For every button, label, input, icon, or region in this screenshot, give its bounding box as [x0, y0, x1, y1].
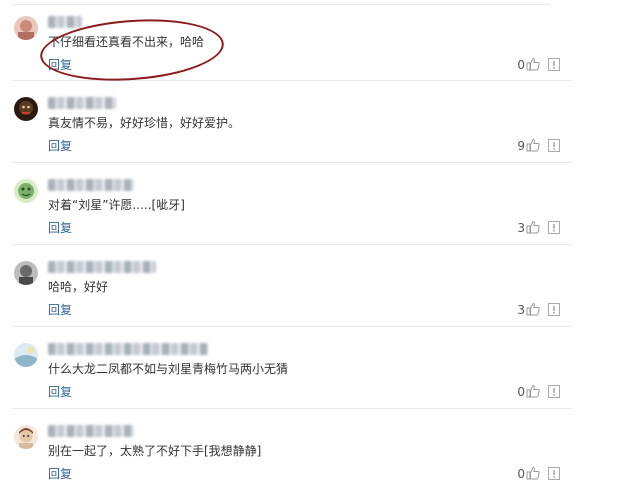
commenter-name[interactable]: 网友 — [48, 97, 116, 109]
avatar[interactable] — [14, 97, 38, 121]
avatar-image-icon — [14, 97, 38, 121]
like-count: 3 — [517, 303, 525, 317]
comment-text: 别在一起了，太熟了不好下手[我想静静] — [48, 444, 262, 458]
avatar[interactable] — [14, 261, 38, 285]
avatar-image-icon — [14, 261, 38, 285]
comment-item: 网友 不仔细看还真看不出来，哈哈 回复 0 — [12, 0, 572, 81]
comment-text: 什么大龙二凤都不如与刘星青梅竹马两小无猜 — [48, 362, 289, 376]
comment-text: 不仔细看还真看不出来，哈哈 — [48, 35, 205, 49]
report-icon[interactable] — [548, 58, 560, 71]
thumbs-up-icon[interactable] — [526, 57, 540, 71]
comment-item: 网友 对着“刘星”许愿.....[呲牙] 回复 3 — [12, 163, 572, 245]
avatar[interactable] — [14, 425, 38, 449]
comment-item: 网友 什么大龙二凤都不如与刘星青梅竹马两小无猜 回复 0 — [12, 327, 572, 409]
commenter-name[interactable]: 网友 — [48, 16, 82, 28]
commenter-name[interactable]: 网友 — [48, 261, 156, 273]
thumbs-up-icon[interactable] — [526, 384, 540, 398]
thumbs-up-icon[interactable] — [526, 302, 540, 316]
thumbs-up-icon[interactable] — [526, 138, 540, 152]
comment-text: 哈哈，好好 — [48, 280, 109, 294]
comment-item: 网友 别在一起了，太熟了不好下手[我想静静] 回复 0 — [12, 409, 572, 491]
reply-link[interactable]: 回复 — [48, 466, 72, 482]
thumbs-up-icon[interactable] — [526, 466, 540, 480]
like-count: 3 — [517, 221, 525, 235]
reply-link[interactable]: 回复 — [48, 138, 72, 154]
reply-link[interactable]: 回复 — [48, 57, 72, 73]
avatar[interactable] — [14, 179, 38, 203]
commenter-name[interactable]: 网友 — [48, 343, 208, 355]
comments-page: 网友 不仔细看还真看不出来，哈哈 回复 0 — [0, 0, 640, 500]
avatar-image-icon — [14, 343, 38, 367]
like-count: 0 — [517, 467, 525, 481]
avatar[interactable] — [14, 343, 38, 367]
report-icon[interactable] — [548, 467, 560, 480]
like-count: 0 — [517, 58, 525, 72]
avatar-image-icon — [14, 425, 38, 449]
commenter-name[interactable]: 网友 — [48, 179, 134, 191]
reply-link[interactable]: 回复 — [48, 302, 72, 318]
avatar[interactable] — [14, 16, 38, 40]
comment-text: 真友情不易，好好珍惜，好好爱护。 — [48, 116, 241, 130]
report-icon[interactable] — [548, 385, 560, 398]
report-icon[interactable] — [548, 221, 560, 234]
reply-link[interactable]: 回复 — [48, 220, 72, 236]
report-icon[interactable] — [548, 303, 560, 316]
reply-link[interactable]: 回复 — [48, 384, 72, 400]
like-count: 0 — [517, 385, 525, 399]
like-count: 9 — [517, 139, 525, 153]
avatar-image-icon — [14, 179, 38, 203]
commenter-name[interactable]: 网友 — [48, 425, 134, 437]
comment-text: 对着“刘星”许愿.....[呲牙] — [48, 198, 185, 212]
report-icon[interactable] — [548, 139, 560, 152]
comment-list: 网友 不仔细看还真看不出来，哈哈 回复 0 — [0, 0, 572, 491]
comment-item: 网友 哈哈，好好 回复 3 — [12, 245, 572, 327]
comment-item: 网友 真友情不易，好好珍惜，好好爱护。 回复 9 — [12, 81, 572, 163]
avatar-image-icon — [14, 16, 38, 40]
thumbs-up-icon[interactable] — [526, 220, 540, 234]
